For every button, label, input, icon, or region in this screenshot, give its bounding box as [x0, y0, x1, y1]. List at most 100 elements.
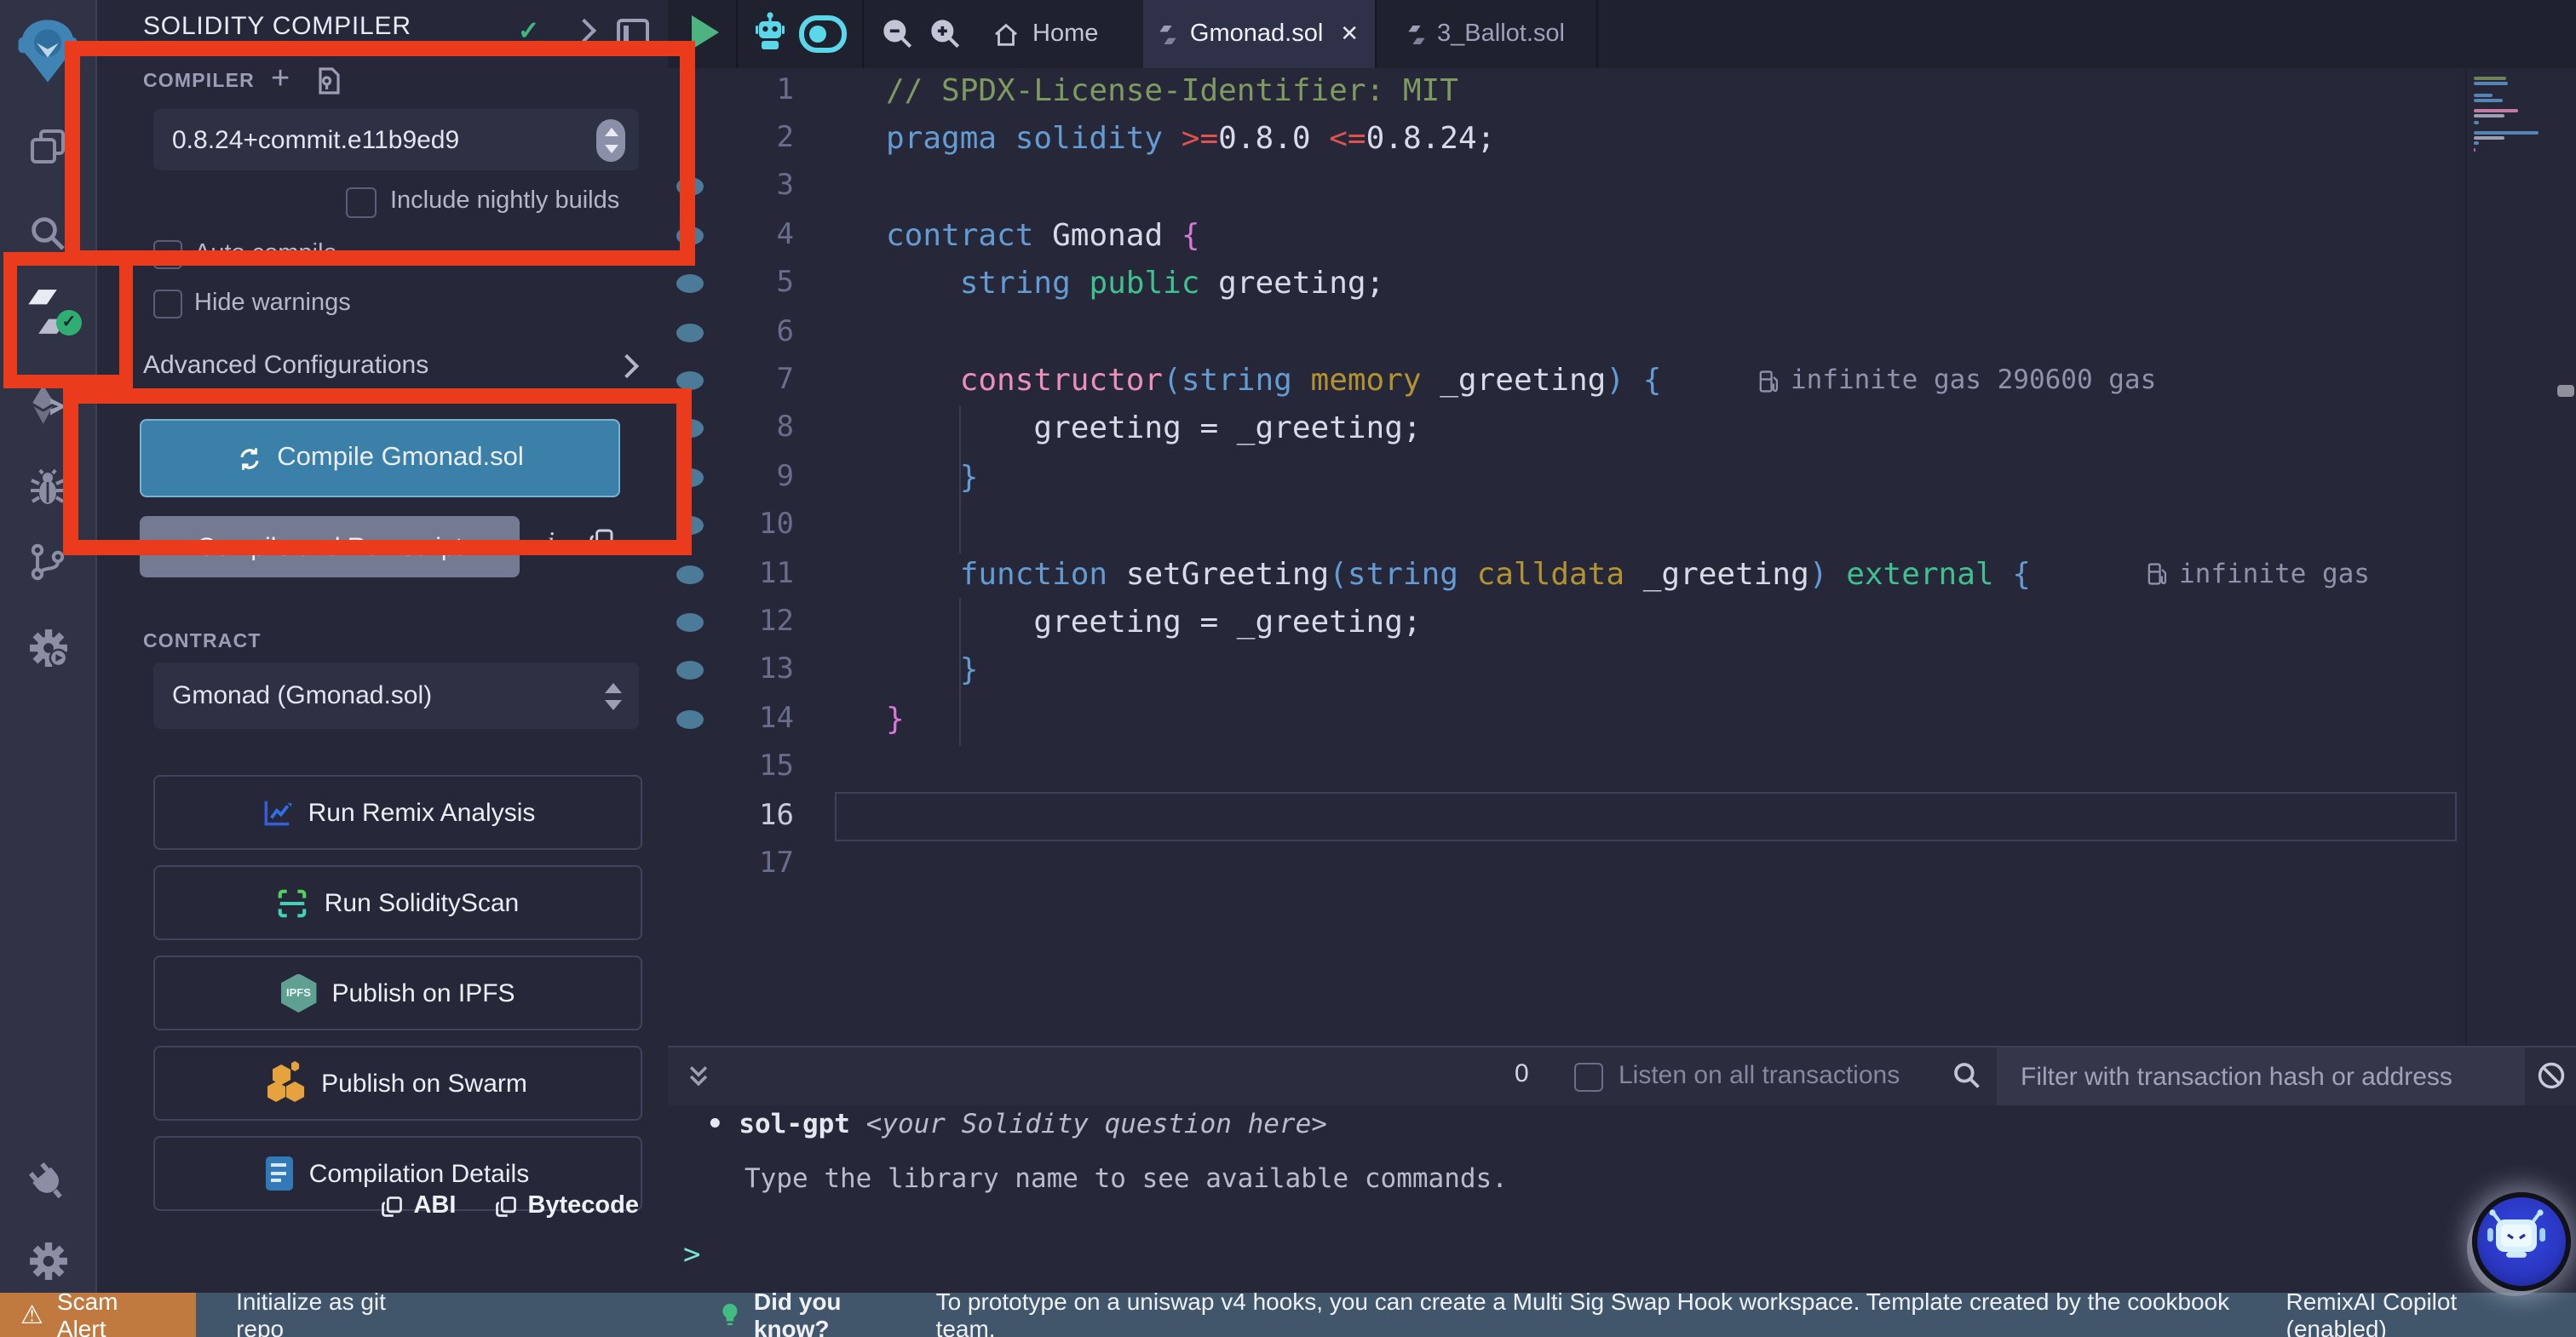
run-solidityscan-label: Run SolidityScan [325, 888, 519, 917]
gutter-dot-icon [676, 516, 704, 535]
code-line-15: 15 [668, 743, 2576, 792]
compilation-details-label: Compilation Details [309, 1159, 529, 1188]
compiler-version-select[interactable]: 0.8.24+commit.e11b9ed9 [153, 109, 639, 170]
terminal-search-icon[interactable] [1951, 1059, 1983, 1100]
compiler-file-icon[interactable] [315, 66, 342, 104]
panel-expand-icon[interactable] [576, 22, 593, 39]
ai-assistant-robot-icon[interactable] [753, 12, 787, 63]
add-compiler-icon[interactable]: + [271, 61, 290, 99]
unit-testing-icon[interactable] [0, 627, 95, 668]
source-control-icon[interactable] [0, 542, 95, 582]
info-icon[interactable]: i [547, 528, 555, 559]
publish-ipfs-button[interactable]: IPFS Publish on IPFS [153, 955, 642, 1030]
solidity-file-icon [1406, 23, 1425, 45]
zoom-out-icon[interactable] [879, 15, 917, 61]
copilot-status[interactable]: RemixAI Copilot (enabled) [2286, 1288, 2563, 1337]
remixai-copilot-button[interactable] [2472, 1192, 2571, 1291]
code-text: constructor(string memory _greeting) { [886, 356, 1661, 405]
expand-terminal-icon[interactable] [685, 1061, 712, 1100]
run-solidityscan-button[interactable]: Run SolidityScan [153, 865, 642, 940]
compile-button[interactable]: Compile Gmonad.sol [140, 419, 620, 497]
compile-and-run-button[interactable]: Compile and Run script [140, 516, 520, 577]
select-spinner-icon [596, 118, 625, 161]
current-line-highlight [835, 791, 2457, 841]
copy-script-icon[interactable] [588, 526, 615, 564]
refresh-icon [236, 445, 262, 471]
file-explorer-icon[interactable] [0, 126, 95, 167]
tab-gmonad[interactable]: Gmonad.sol ✕ [1143, 0, 1375, 68]
include-nightly-checkbox[interactable] [346, 187, 377, 218]
did-you-know-text: To prototype on a uniswap v4 hooks, you … [936, 1288, 2286, 1337]
minimap-line [2474, 131, 2539, 135]
lightbulb-icon [718, 1300, 740, 1329]
details-doc-icon [267, 1156, 294, 1191]
terminal-toolbar: 0 Listen on all transactions Filter with… [668, 1047, 2576, 1105]
gutter-dot-icon [676, 371, 704, 390]
copy-bytecode-button[interactable]: Bytecode [493, 1192, 639, 1219]
transaction-filter-input[interactable]: Filter with transaction hash or address [1997, 1047, 2525, 1105]
abi-label: ABI [413, 1192, 456, 1219]
compiler-section-label: COMPILER [143, 72, 255, 92]
contract-select[interactable]: Gmonad (Gmonad.sol) [153, 663, 639, 729]
tab-home[interactable]: Home [975, 0, 1115, 68]
remix-logo-icon [10, 14, 85, 89]
line-number: 2 [709, 114, 794, 164]
line-number: 7 [709, 356, 794, 405]
code-editor[interactable]: 1// SPDX-License-Identifier: MIT2pragma … [668, 68, 2576, 1046]
run-script-play-button[interactable] [692, 15, 719, 49]
run-remix-analysis-button[interactable]: Run Remix Analysis [153, 775, 642, 850]
tab-home-label: Home [1032, 20, 1098, 48]
init-git-repo-button[interactable]: Initialize as git repo [236, 1288, 439, 1337]
gutter-dot-icon [676, 662, 704, 680]
code-line-6: 6 [668, 307, 2576, 357]
minimap-line [2474, 93, 2493, 96]
filter-placeholder: Filter with transaction hash or address [1997, 1062, 2452, 1091]
editor-minimap[interactable] [2465, 68, 2557, 1046]
pin-panel-icon[interactable] [617, 19, 649, 51]
publish-swarm-button[interactable]: Publish on Swarm [153, 1046, 642, 1121]
code-line-10: 10 [668, 501, 2576, 550]
minimap-line [2474, 142, 2479, 146]
code-text: function setGreeting(string calldata _gr… [886, 549, 2031, 599]
home-icon [992, 20, 1021, 49]
line-number: 13 [709, 646, 794, 696]
advanced-configurations-toggle[interactable]: Advanced Configurations [143, 351, 428, 380]
gutter-dot-icon [676, 468, 704, 487]
search-icon[interactable] [0, 213, 95, 254]
line-number: 8 [709, 405, 794, 454]
advanced-chevron-icon[interactable] [618, 358, 635, 375]
compiler-version-value: 0.8.24+commit.e11b9ed9 [153, 125, 596, 154]
copilot-toggle-icon[interactable] [799, 15, 847, 61]
line-number: 11 [709, 549, 794, 599]
tab-close-icon[interactable]: ✕ [1340, 20, 1359, 48]
gutter-dot-icon [676, 565, 704, 583]
settings-icon[interactable] [0, 1240, 95, 1281]
activity-bar: ✓ [0, 0, 97, 1293]
auto-compile-checkbox[interactable] [153, 240, 182, 269]
hide-warnings-checkbox[interactable] [153, 290, 182, 318]
run-remix-analysis-label: Run Remix Analysis [308, 798, 536, 827]
editor-scrollbar[interactable] [2556, 68, 2576, 1046]
code-text: string public greeting; [886, 259, 1384, 308]
listen-transactions-checkbox[interactable] [1574, 1063, 1603, 1092]
publish-ipfs-label: Publish on IPFS [331, 978, 515, 1007]
code-text: } [886, 453, 978, 502]
solidity-compiler-icon[interactable]: ✓ [0, 286, 95, 337]
minimap-line [2474, 109, 2518, 112]
copy-icon [493, 1193, 517, 1219]
plugin-manager-icon[interactable] [0, 1158, 95, 1206]
scrollbar-thumb[interactable] [2557, 385, 2574, 397]
zoom-in-icon[interactable] [927, 15, 964, 61]
minimap-line [2474, 99, 2503, 102]
line-number: 9 [709, 453, 794, 502]
copy-abi-button[interactable]: ABI [379, 1192, 456, 1219]
clear-console-icon[interactable] [2535, 1059, 2567, 1100]
copilot-robot-icon [2477, 1197, 2556, 1276]
code-line-14: 14} [668, 695, 2576, 744]
deploy-run-icon[interactable] [0, 383, 95, 424]
tab-ballot[interactable]: 3_Ballot.sol [1375, 0, 1596, 68]
scam-alert-button[interactable]: ⚠ Scam Alert [0, 1293, 195, 1337]
line-number: 15 [709, 743, 794, 792]
debugger-icon[interactable] [0, 467, 95, 508]
remix-logo[interactable] [0, 14, 95, 89]
